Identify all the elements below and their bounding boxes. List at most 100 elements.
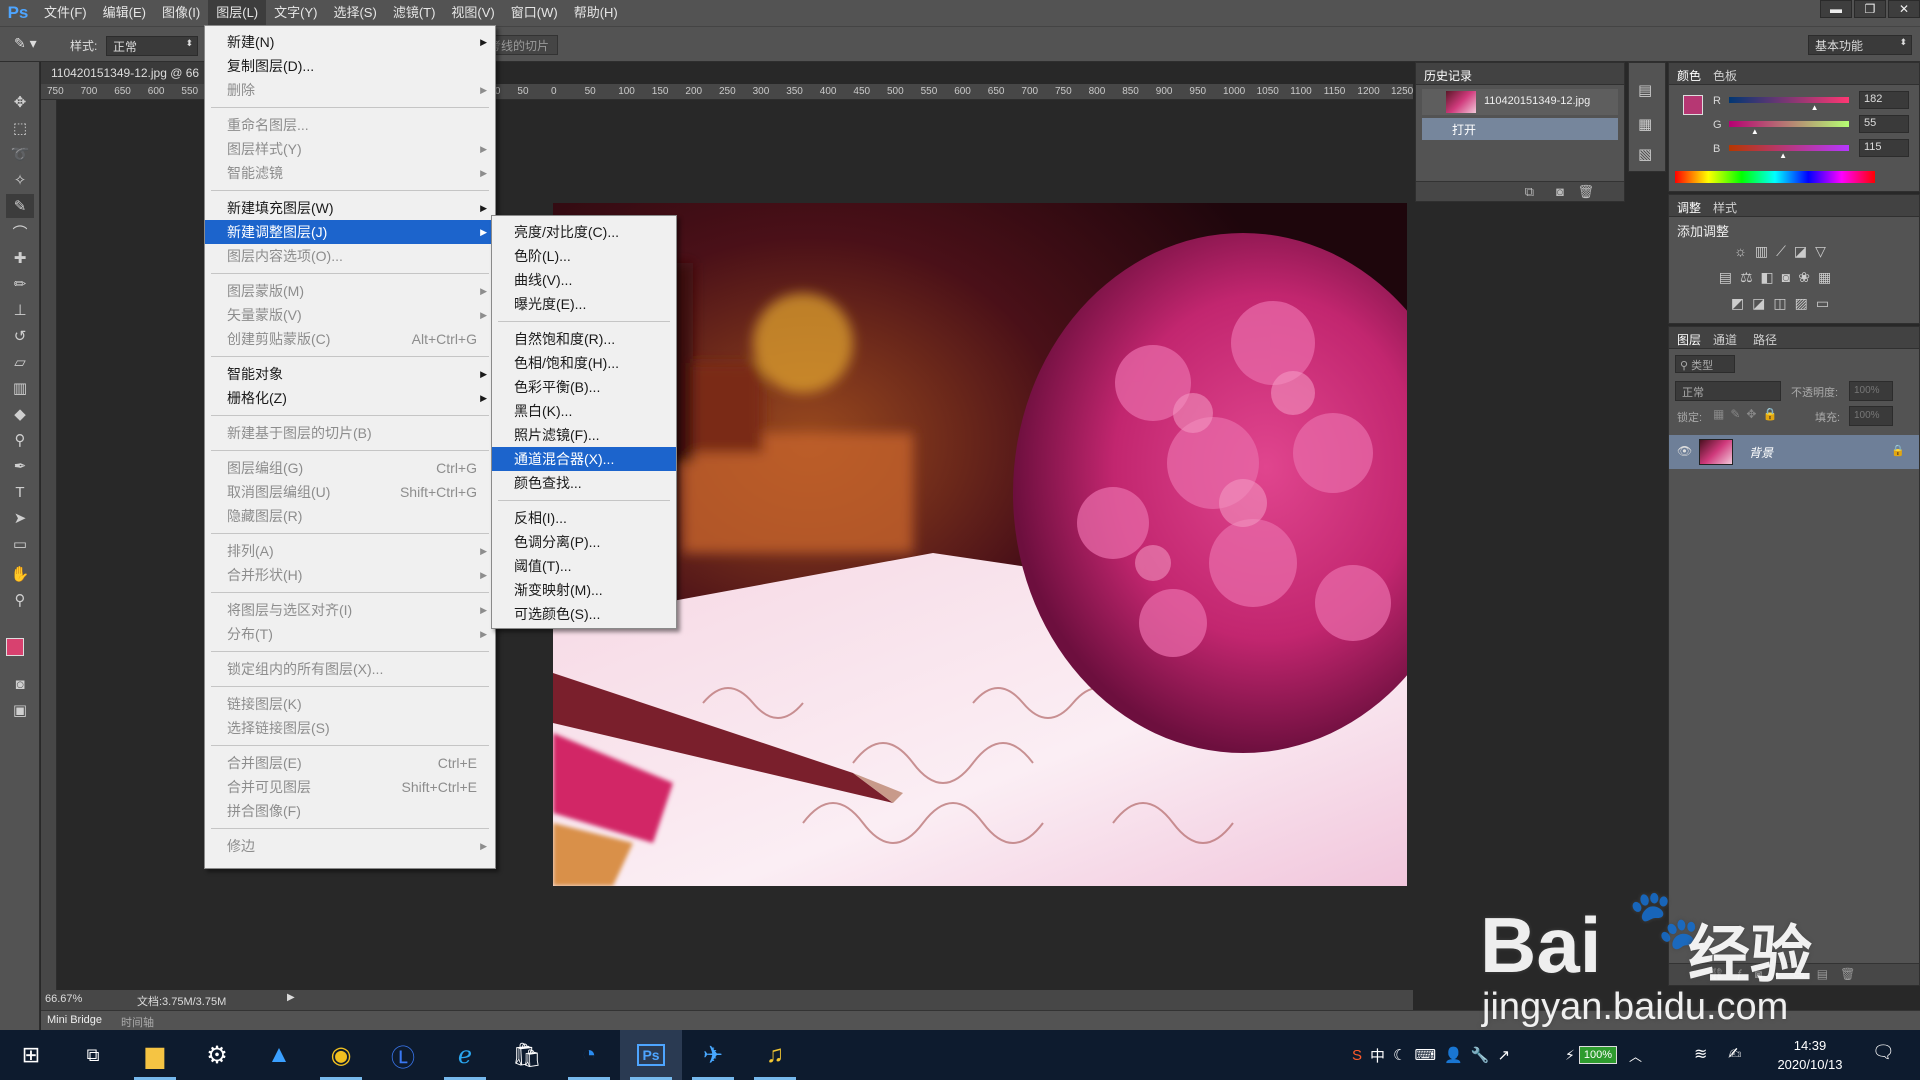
adjust_submenu-item[interactable]: 色彩平衡(B)... [492,375,676,399]
workspace-select[interactable]: 基本功能 ⬍ [1808,35,1912,55]
layer_menu-item[interactable]: 创建剪贴蒙版(C) Alt+Ctrl+G [205,327,495,351]
eraser-tool-icon[interactable]: ▱ [6,350,34,374]
b-slider[interactable]: ▲ [1729,145,1849,160]
layer_menu-item[interactable]: 图层编组(G) Ctrl+G [205,456,495,480]
layer_menu-item[interactable]: 拼合图像(F) [205,799,495,823]
close-button[interactable]: ✕ [1888,0,1920,18]
layer_menu-item[interactable]: 栅格化(Z) ▶ [205,386,495,410]
adjustment-icons-row2[interactable]: ▤⚖◧◙❀▦ [1699,269,1859,286]
menu-filter[interactable]: 滤镜(T) [385,0,444,26]
tab-swatches[interactable]: 色板 [1713,67,1737,84]
tab-styles[interactable]: 样式 [1713,199,1737,216]
opacity-field[interactable]: 100% [1849,381,1893,401]
layer-row-background[interactable]: 👁 背景 🔒 [1669,435,1919,469]
task-view-icon[interactable]: ⧉ [62,1030,124,1080]
adjust_submenu-item[interactable]: 曝光度(E)... [492,292,676,316]
keyboard-icon[interactable]: ⌨ [1414,1046,1436,1064]
document-tab[interactable]: 110420151349-12.jpg @ 66 [41,62,221,84]
history-step-row[interactable]: 打开 [1422,118,1618,140]
menu-image[interactable]: 图像(I) [154,0,208,26]
layer_menu-item[interactable]: 合并可见图层 Shift+Ctrl+E [205,775,495,799]
adjustment-icons-row3[interactable]: ◩◪◫▨▭ [1709,295,1859,312]
wrench-icon[interactable]: 🔧 [1471,1046,1490,1064]
clock[interactable]: 14:39 2020/10/13 [1760,1036,1860,1074]
tab-mini-bridge[interactable]: Mini Bridge [47,1014,102,1026]
adjust_submenu-item[interactable]: 照片滤镜(F)... [492,423,676,447]
screen-mode-icon[interactable]: ▣ [6,698,34,722]
adjust_submenu-item[interactable]: 自然饱和度(R)... [492,327,676,351]
tab-paths[interactable]: 路径 [1753,331,1777,348]
tab-timeline[interactable]: 时间轴 [121,1014,154,1030]
ime-mode[interactable]: 中 [1370,1045,1385,1066]
document-size-info[interactable]: 文档:3.75M/3.75M [137,993,226,1009]
adjust_submenu-item[interactable]: 可选颜色(S)... [492,602,676,626]
layer_menu-item[interactable]: 智能滤镜 ▶ [205,161,495,185]
layer_menu-item[interactable]: 新建基于图层的切片(B) [205,421,495,445]
lock-icons[interactable]: ▦✎✥🔒 [1713,407,1783,421]
battery-indicator[interactable]: ⚡ 100% ︿ [1565,1044,1642,1066]
r-value[interactable]: 182 [1859,91,1909,109]
layer_menu-item[interactable]: 合并图层(E) Ctrl+E [205,751,495,775]
marquee-tool-icon[interactable]: ⬚ [6,116,34,140]
lasso-tool-icon[interactable]: ➰ [6,142,34,166]
dodge-tool-icon[interactable]: ⚲ [6,428,34,452]
path-selection-tool-icon[interactable]: ➤ [6,506,34,530]
pen-tool-icon[interactable]: ✒ [6,454,34,478]
r-slider[interactable]: ▲ [1729,97,1849,112]
b-value[interactable]: 115 [1859,139,1909,157]
layer-filter-select[interactable]: ⚲ 类型 [1675,355,1735,373]
layer_menu-item[interactable]: 新建(N) ▶ [205,30,495,54]
style-select[interactable]: 正常 ⬍ [106,36,198,56]
adjust_submenu-item[interactable]: 通道混合器(X)... [492,447,676,471]
adjust_submenu-item[interactable]: 色阶(L)... [492,244,676,268]
share-icon[interactable]: ↗ [1498,1046,1511,1064]
history-panel-icon[interactable]: ▤ [1638,81,1652,99]
photoshop-taskbar-icon[interactable]: Ps [620,1030,682,1080]
adjust_submenu-item[interactable]: 色调分离(P)... [492,530,676,554]
fill-field[interactable]: 100% [1849,406,1893,426]
layer_menu-item[interactable]: 排列(A) ▶ [205,539,495,563]
eyedropper-tool-icon[interactable]: ⌒ [6,220,34,244]
layer_menu-item[interactable]: 图层内容选项(O)... [205,244,495,268]
hand-tool-icon[interactable]: ✋ [6,562,34,586]
tab-layers[interactable]: 图层 [1677,331,1701,348]
zoom-tool-icon[interactable]: ⚲ [6,588,34,612]
adjust_submenu-item[interactable]: 阈值(T)... [492,554,676,578]
notification-icon[interactable]: 🗨 [1872,1042,1895,1063]
trash-icon[interactable]: 🗑 [1577,184,1594,200]
healing-brush-tool-icon[interactable]: ✚ [6,246,34,270]
wifi-icon[interactable]: ≋ [1694,1044,1707,1064]
chrome-icon[interactable]: ◉ [310,1030,372,1080]
file-explorer-icon[interactable]: ▆ [124,1030,186,1080]
windows-start-icon[interactable]: ⊞ [0,1030,62,1080]
g-slider[interactable]: ▲ [1729,121,1849,136]
settings-gear-icon[interactable]: ⚙ [186,1030,248,1080]
snapshot-camera-icon[interactable]: ◙ [1556,184,1564,199]
menu-file[interactable]: 文件(F) [36,0,95,26]
layer_menu-item[interactable]: 链接图层(K) [205,692,495,716]
color-foreground-swatch[interactable] [1683,95,1703,115]
qq-music-icon[interactable]: ♫ [744,1030,806,1080]
history-brush-tool-icon[interactable]: ↺ [6,324,34,348]
layer_menu-item[interactable]: 新建调整图层(J) ▶ [205,220,495,244]
pen-icon[interactable]: ✍ [1728,1044,1741,1064]
status-menu-arrow-icon[interactable]: ▶ [287,992,295,1003]
layer-name[interactable]: 背景 [1749,444,1773,461]
menu-edit[interactable]: 编辑(E) [95,0,154,26]
moon-icon[interactable]: ☾ [1393,1046,1406,1064]
menu-help[interactable]: 帮助(H) [566,0,626,26]
history-panel-title[interactable]: 历史记录 [1424,67,1472,84]
quick-mask-icon[interactable]: ◙ [6,672,34,696]
feishu-icon[interactable]: ✈ [682,1030,744,1080]
adjustment-icons-row1[interactable]: ☼▥⟋◪▽ [1709,243,1859,260]
g-value[interactable]: 55 [1859,115,1909,133]
slice-tool-icon[interactable]: ✎ [6,194,34,218]
actions-panel-icon[interactable]: ▧ [1638,145,1652,163]
properties-panel-icon[interactable]: ▦ [1638,115,1652,133]
g-slider-thumb[interactable]: ▲ [1751,127,1759,136]
adjust_submenu-item[interactable]: 黑白(K)... [492,399,676,423]
color-spectrum-bar[interactable] [1675,171,1875,183]
menu-window[interactable]: 窗口(W) [503,0,566,26]
blend-mode-select[interactable]: 正常 [1675,381,1781,401]
adjust_submenu-item[interactable]: 颜色查找... [492,471,676,495]
